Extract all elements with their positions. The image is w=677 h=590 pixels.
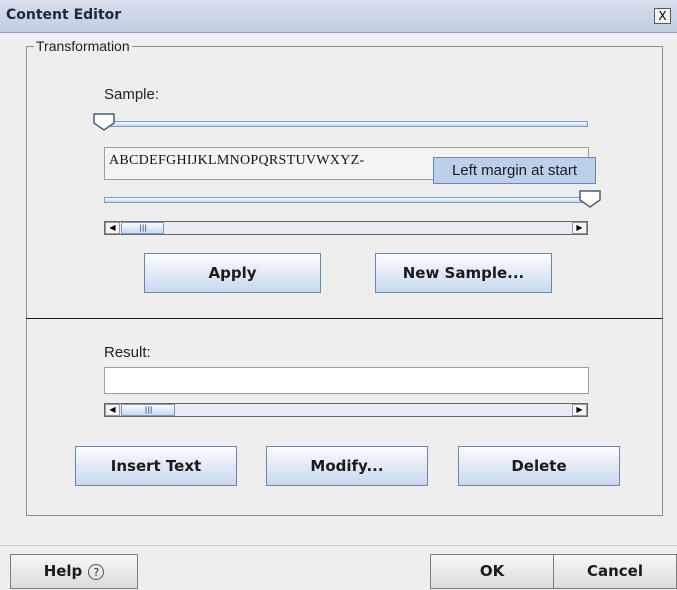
delete-button[interactable]: Delete [458, 446, 620, 486]
sample-text: ABCDEFGHIJKLMNOPQRSTUVWXYZ- [109, 153, 365, 168]
result-scrollbar[interactable]: ◀ ┃┃┃ ▶ [104, 403, 588, 417]
help-button[interactable]: Help? [10, 554, 138, 589]
transformation-legend: Transformation [34, 38, 132, 54]
ok-button[interactable]: OK [430, 554, 554, 589]
scroll-right-icon[interactable]: ▶ [572, 222, 587, 234]
right-margin-slider-track[interactable] [104, 197, 588, 203]
cancel-button[interactable]: Cancel [553, 554, 677, 589]
new-sample-button[interactable]: New Sample... [375, 253, 552, 293]
sample-scrollbar-thumb[interactable]: ┃┃┃ [121, 222, 164, 234]
result-field[interactable] [104, 367, 589, 394]
help-label: Help [43, 562, 83, 580]
left-margin-slider-track[interactable] [104, 121, 588, 127]
tooltip: Left margin at start [433, 157, 596, 184]
result-scrollbar-thumb[interactable]: ┃┃┃ [121, 404, 175, 416]
left-margin-slider-thumb[interactable] [92, 112, 116, 132]
close-icon: X [658, 9, 667, 23]
scroll-right-icon[interactable]: ▶ [572, 404, 587, 416]
scroll-left-icon[interactable]: ◀ [105, 404, 120, 416]
scroll-left-icon[interactable]: ◀ [105, 222, 120, 234]
apply-button[interactable]: Apply [144, 253, 321, 293]
modify-button[interactable]: Modify... [266, 446, 428, 486]
title-bar: Content Editor X [0, 0, 677, 33]
close-button[interactable]: X [654, 8, 671, 24]
sample-scrollbar[interactable]: ◀ ┃┃┃ ▶ [104, 221, 588, 235]
window-title: Content Editor [6, 7, 122, 23]
section-divider [26, 318, 663, 319]
insert-text-button[interactable]: Insert Text [75, 446, 237, 486]
footer-separator [0, 545, 677, 546]
right-margin-slider-thumb[interactable] [578, 189, 602, 209]
sample-label: Sample: [104, 86, 160, 103]
result-label: Result: [104, 344, 151, 361]
question-circle-icon: ? [88, 563, 105, 580]
